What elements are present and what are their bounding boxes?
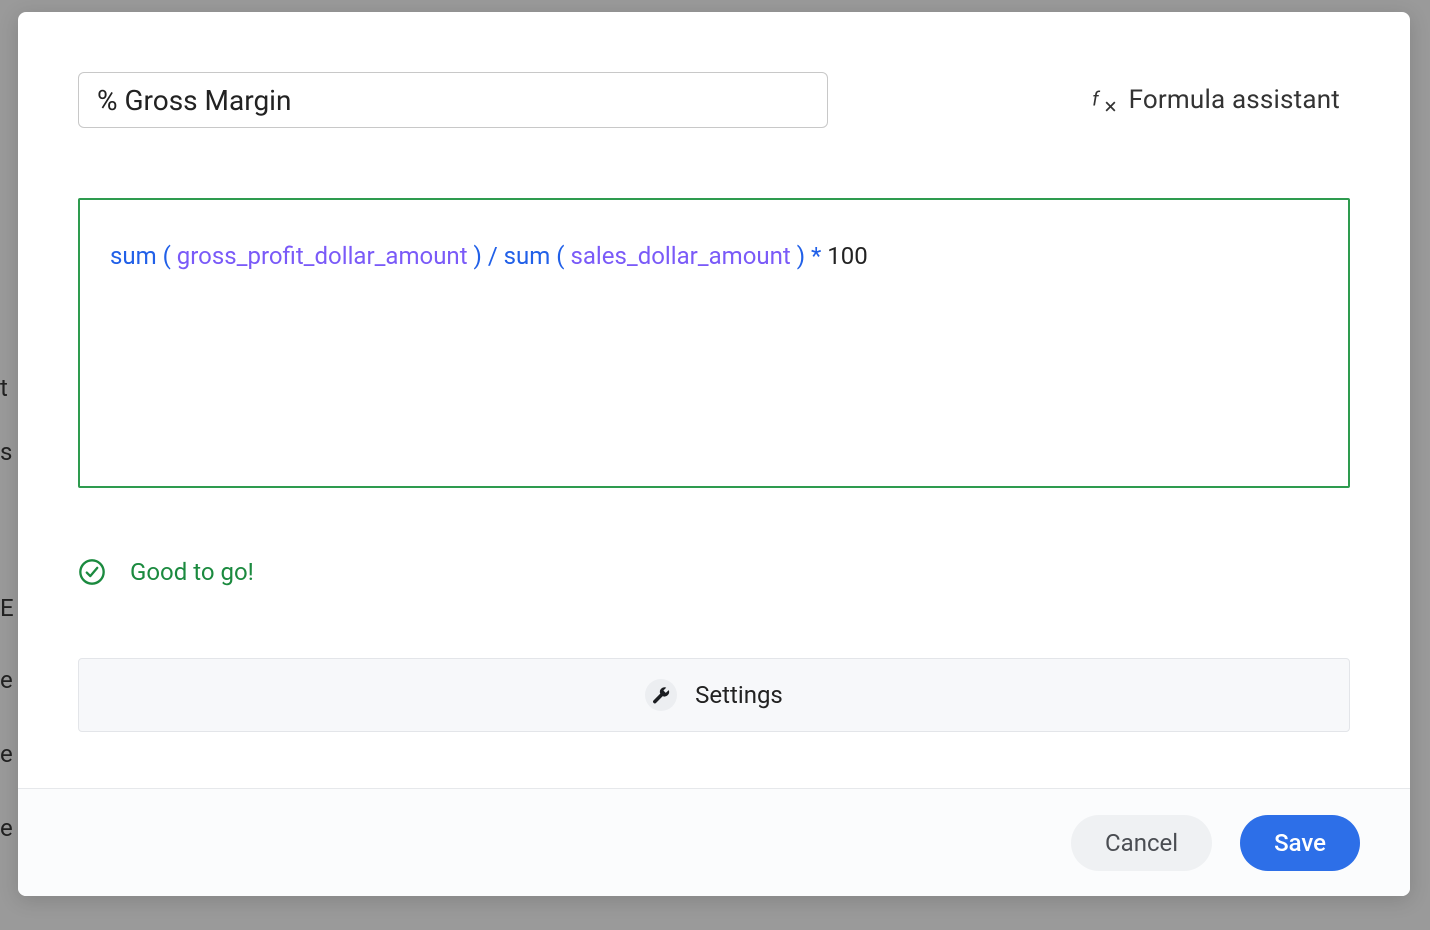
save-button[interactable]: Save	[1240, 815, 1360, 871]
settings-button[interactable]: Settings	[78, 658, 1350, 732]
background-text: s	[0, 440, 12, 464]
formula-content: sum ( gross_profit_dollar_amount ) / sum…	[110, 240, 1318, 274]
formula-token: sum	[110, 242, 157, 270]
formula-name-input[interactable]	[78, 72, 828, 128]
formula-editor-dialog: f Formula assistant sum ( gross_profit_d…	[18, 12, 1410, 896]
formula-token: )	[468, 242, 488, 270]
formula-token: 100	[827, 242, 867, 270]
formula-token: sum	[504, 242, 551, 270]
background-text: t	[0, 376, 8, 400]
background-text: e	[0, 742, 13, 766]
formula-token: /	[488, 242, 498, 270]
formula-editor[interactable]: sum ( gross_profit_dollar_amount ) / sum…	[78, 198, 1350, 488]
formula-token: (	[157, 242, 177, 270]
validation-message: Good to go!	[130, 558, 254, 586]
cancel-button[interactable]: Cancel	[1071, 815, 1212, 871]
wrench-icon	[645, 679, 677, 711]
dialog-footer: Cancel Save	[18, 788, 1410, 896]
formula-token: gross_profit_dollar_amount	[177, 242, 468, 270]
formula-assistant-link[interactable]: f Formula assistant	[1091, 85, 1350, 115]
svg-text:f: f	[1092, 87, 1101, 110]
background-text: e	[0, 668, 13, 692]
background-text: E	[0, 596, 14, 620]
formula-token: sales_dollar_amount	[570, 242, 790, 270]
formula-token: )	[791, 242, 811, 270]
validation-status: Good to go!	[78, 558, 1350, 586]
formula-token: (	[550, 242, 570, 270]
fx-icon: f	[1091, 87, 1117, 113]
check-circle-icon	[78, 558, 106, 586]
background-text: e	[0, 816, 13, 840]
formula-token: *	[811, 242, 827, 270]
settings-label: Settings	[695, 681, 783, 709]
formula-assistant-label: Formula assistant	[1129, 85, 1340, 115]
